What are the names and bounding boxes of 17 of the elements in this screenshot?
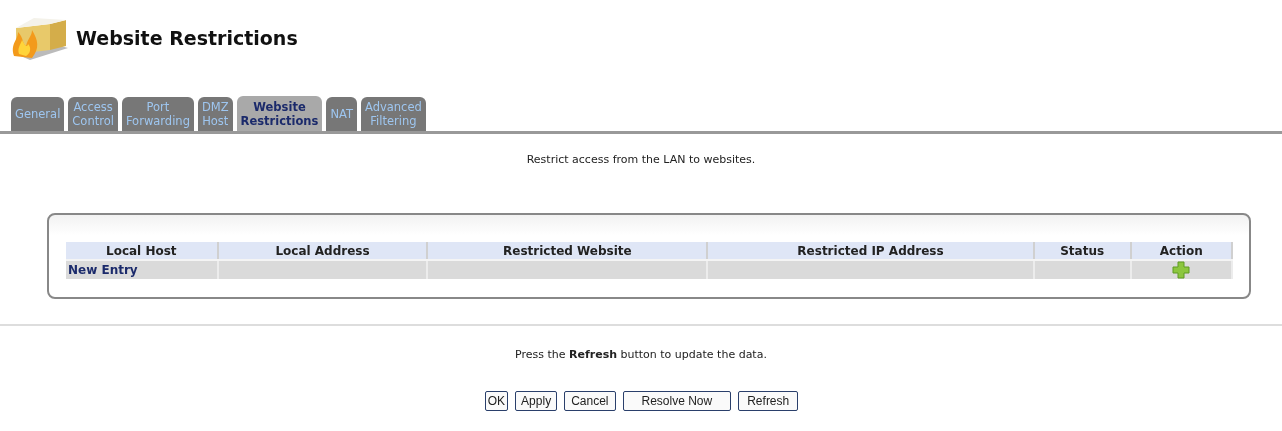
refresh-note: Press the Refresh button to update the data. xyxy=(514,348,768,361)
column-header: Status xyxy=(1033,242,1131,260)
column-header: Local Address xyxy=(217,242,428,260)
action-button[interactable]: Refresh xyxy=(738,391,799,411)
page-title: Website Restrictions xyxy=(76,27,298,49)
intro-text: Restrict access from the LAN to websites. xyxy=(525,153,757,166)
action-button[interactable]: Apply xyxy=(515,391,558,411)
action-button[interactable]: OK xyxy=(484,391,509,411)
action-button[interactable]: Cancel xyxy=(564,391,616,411)
tab[interactable]: Website Restrictions xyxy=(236,96,323,131)
column-header: Local Host xyxy=(66,242,218,260)
add-icon[interactable] xyxy=(1172,261,1191,279)
column-header: Restricted IP Address xyxy=(707,242,1034,260)
column-header: Restricted Website xyxy=(427,242,708,260)
action-button[interactable]: Resolve Now xyxy=(622,391,732,411)
new-entry-link[interactable]: New Entry xyxy=(68,263,138,277)
column-header: Action xyxy=(1130,242,1232,260)
